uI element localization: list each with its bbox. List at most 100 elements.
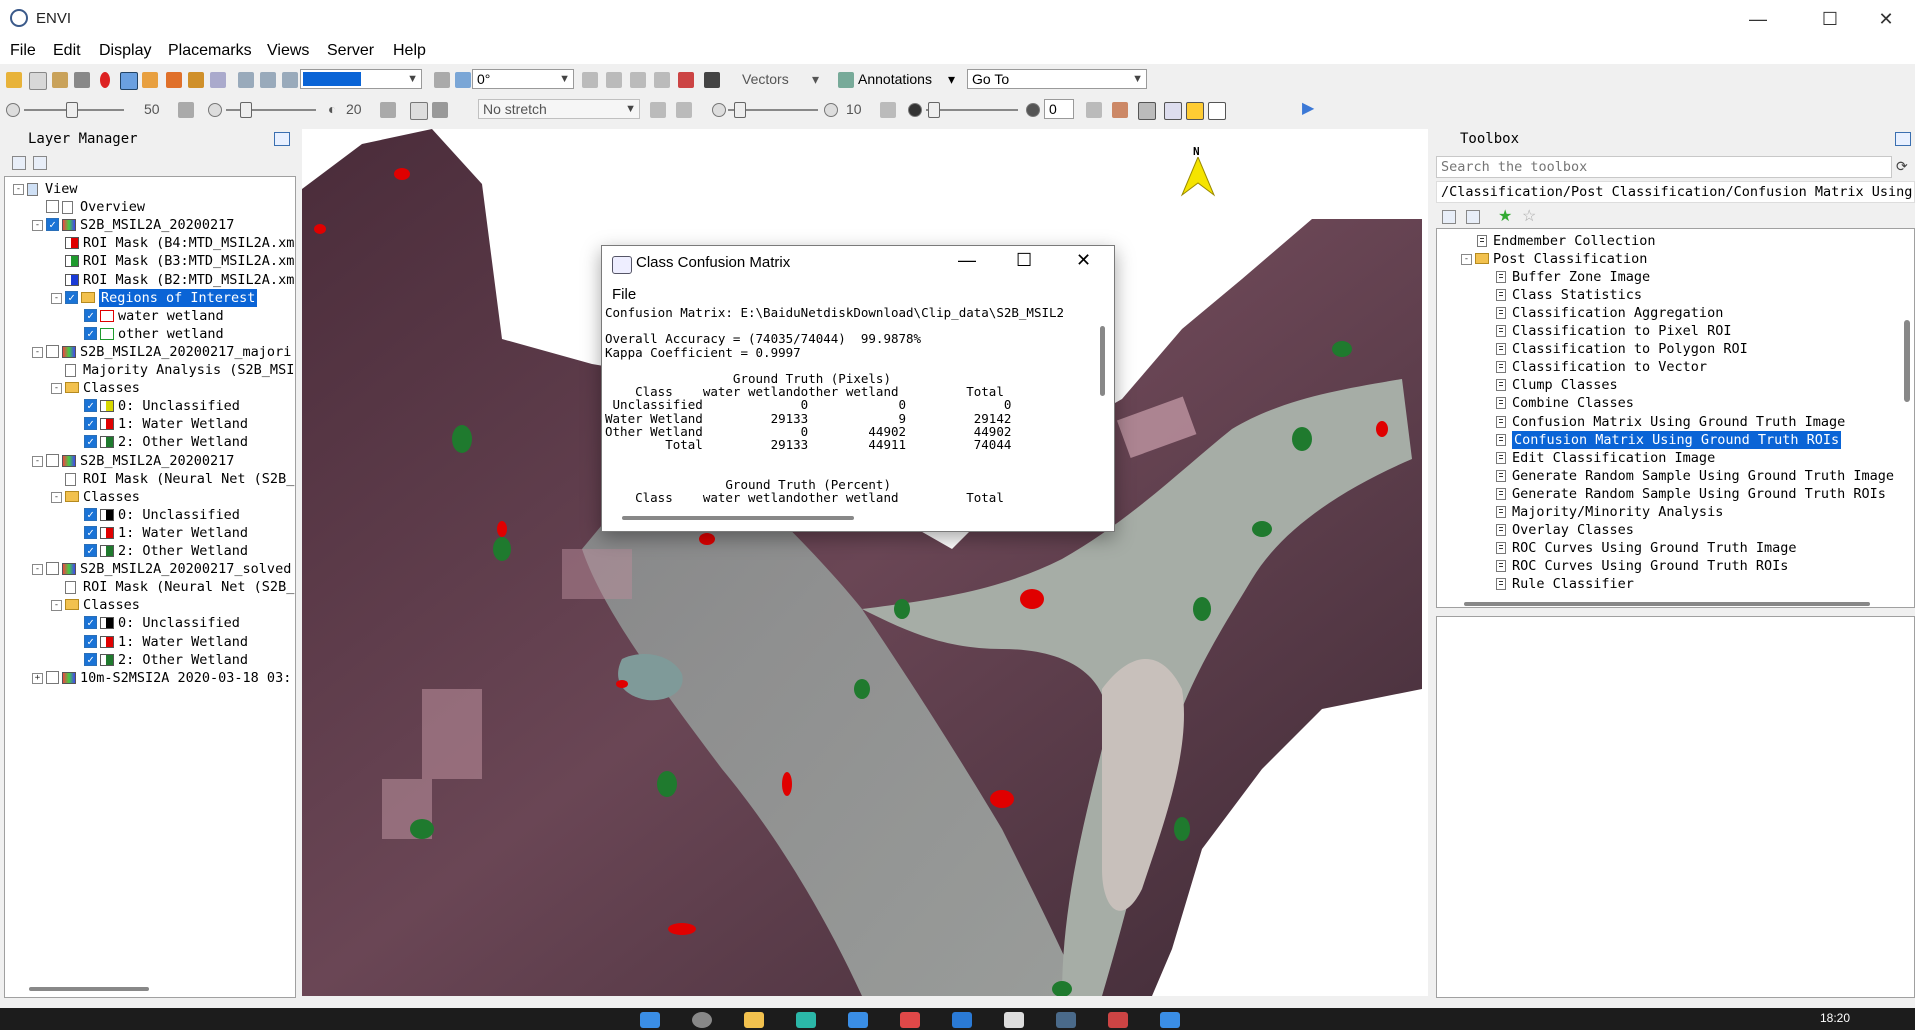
layer-tree-row[interactable]: ✓ water wetland — [5, 307, 295, 325]
mail-icon[interactable] — [848, 1012, 868, 1028]
layer-tree-row[interactable]: - S2B_MSIL2A_20200217 — [5, 452, 295, 470]
layer-visibility-checkbox[interactable] — [46, 344, 59, 358]
refresh-stretch-icon[interactable] — [650, 102, 666, 118]
layer-visibility-checkbox[interactable]: ✓ — [84, 507, 97, 521]
brightness-slider-handle[interactable] — [66, 102, 78, 118]
layer-visibility-checkbox[interactable]: ✓ — [84, 544, 97, 557]
vector-tool-icon-4[interactable] — [654, 72, 670, 88]
layer-tree-row[interactable]: ✓ 0: Unclassified — [5, 397, 295, 415]
toolbox-scrollbar[interactable] — [1904, 320, 1910, 402]
layer-tree-row[interactable]: - Classes — [5, 596, 295, 614]
annotations-icon[interactable] — [838, 72, 854, 88]
reset-brightness-icon[interactable] — [178, 102, 194, 118]
layer-tree-row[interactable]: ✓ 0: Unclassified — [5, 614, 295, 632]
layer-tree-row[interactable]: ROI Mask (Neural Net (S2B_ — [5, 578, 295, 596]
layer-visibility-checkbox[interactable]: ✓ — [84, 435, 97, 449]
dialog-vscrollbar[interactable] — [1100, 326, 1105, 396]
layer-tree-row[interactable]: - S2B_MSIL2A_20200217_majori — [5, 343, 295, 361]
search-icon[interactable] — [692, 1012, 712, 1028]
select-arrow-icon[interactable] — [120, 72, 138, 90]
file-explorer-icon[interactable] — [744, 1012, 764, 1028]
expand-all-icon[interactable] — [33, 156, 47, 170]
layer-visibility-checkbox[interactable]: ✓ — [84, 525, 97, 539]
vectors-dropdown-icon[interactable]: ▾ — [812, 71, 819, 88]
chip-icon[interactable] — [1138, 102, 1156, 120]
browser-icon[interactable] — [796, 1012, 816, 1028]
layer-tree-row[interactable]: - S2B_MSIL2A_20200217_solved — [5, 560, 295, 578]
layer-tree-row[interactable]: - Classes — [5, 379, 295, 397]
collapse-node-icon[interactable]: - — [51, 600, 62, 612]
zoom-in-icon[interactable] — [238, 72, 254, 88]
stretch-tool-icon-2[interactable] — [432, 102, 448, 118]
toolbox-search-input[interactable] — [1436, 156, 1892, 178]
layer-visibility-checkbox[interactable]: ✓ — [84, 652, 97, 666]
sharpen-icon[interactable] — [676, 102, 692, 118]
layer-visibility-checkbox[interactable]: ✓ — [84, 326, 97, 340]
reset-sharpen-icon[interactable] — [880, 102, 896, 118]
app-icon-chrome[interactable] — [1108, 1012, 1128, 1028]
goto-field[interactable]: Go To ▼ — [967, 69, 1147, 89]
layer-visibility-checkbox[interactable]: ✓ — [84, 634, 97, 648]
collapse-node-icon[interactable]: - — [1461, 254, 1472, 266]
layer-visibility-checkbox[interactable]: ✓ — [84, 616, 97, 630]
dialog-maximize-button[interactable]: ☐ — [1016, 250, 1032, 271]
vector-grid-icon[interactable] — [704, 72, 720, 88]
flicker-icon[interactable] — [1186, 102, 1204, 120]
toolbox-expand-icon[interactable] — [1466, 210, 1480, 224]
vector-tool-icon-1[interactable] — [582, 72, 598, 88]
layer-tree-row[interactable]: Majority Analysis (S2B_MSI — [5, 361, 295, 379]
collapse-node-icon[interactable]: - — [32, 220, 43, 232]
minimize-button[interactable]: — — [1736, 6, 1780, 32]
maximize-button[interactable]: ☐ — [1808, 6, 1852, 32]
collapse-node-icon[interactable]: - — [32, 455, 43, 467]
pin-icon[interactable] — [100, 72, 110, 88]
profile-icon[interactable] — [1112, 102, 1128, 118]
open-icon[interactable] — [6, 72, 22, 88]
swipe-icon[interactable] — [1164, 102, 1182, 120]
collapse-node-icon[interactable]: - — [51, 383, 62, 395]
layer-tree-row[interactable]: - ✓ S2B_MSIL2A_20200217 — [5, 216, 295, 234]
layer-visibility-checkbox[interactable] — [46, 562, 59, 576]
layer-tree-row[interactable]: ROI Mask (B2:MTD_MSIL2A.xm — [5, 271, 295, 289]
refresh-icon[interactable]: ⟳ — [1896, 158, 1908, 175]
layer-visibility-checkbox[interactable]: ✓ — [65, 290, 78, 304]
vectors-menu[interactable]: Vectors — [742, 71, 789, 87]
layer-tree-row[interactable]: ✓ 2: Other Wetland — [5, 433, 295, 451]
layer-tree-row[interactable]: ✓ 2: Other Wetland — [5, 651, 295, 669]
zoom-icon[interactable] — [210, 72, 226, 88]
favorites-icon[interactable]: ☆ — [1522, 206, 1536, 226]
transparency-field[interactable]: 0 — [1044, 99, 1074, 119]
layer-tree-row[interactable]: ✓ 0: Unclassified — [5, 506, 295, 524]
layer-tree-row[interactable]: ROI Mask (B3:MTD_MSIL2A.xm — [5, 252, 295, 270]
menu-help[interactable]: Help — [393, 42, 426, 60]
layer-visibility-checkbox[interactable]: ✓ — [84, 417, 97, 431]
rotation-field[interactable]: 0° ▼ — [472, 69, 574, 89]
layer-tree-row[interactable]: ✓ 2: Other Wetland — [5, 542, 295, 560]
close-button[interactable]: ✕ — [1864, 6, 1908, 32]
app-blue-icon[interactable] — [952, 1012, 972, 1028]
app-icon-envi[interactable] — [1056, 1012, 1076, 1028]
app-icon-other[interactable] — [1160, 1012, 1180, 1028]
dialog-menu-file[interactable]: File — [612, 286, 636, 303]
collapse-all-icon[interactable] — [12, 156, 26, 170]
vector-tool-icon-3[interactable] — [630, 72, 646, 88]
panel-pin-icon[interactable] — [274, 132, 290, 146]
layer-visibility-checkbox[interactable] — [46, 200, 59, 214]
collapse-node-icon[interactable]: - — [32, 346, 43, 358]
add-favorite-icon[interactable]: ★ — [1498, 206, 1512, 226]
layer-tree-row[interactable]: - ✓ Regions of Interest — [5, 288, 295, 307]
layer-visibility-checkbox[interactable]: ✓ — [84, 308, 97, 322]
dialog-close-button[interactable]: ✕ — [1076, 250, 1091, 271]
layer-icon[interactable] — [52, 72, 68, 88]
dialog-hscrollbar[interactable] — [622, 516, 854, 520]
zoom-fit-icon[interactable] — [282, 72, 298, 88]
zoom-out-icon[interactable] — [260, 72, 276, 88]
menu-display[interactable]: Display — [99, 42, 151, 60]
layer-tree-row[interactable]: ROI Mask (B4:MTD_MSIL2A.xm — [5, 234, 295, 252]
collapse-node-icon[interactable]: - — [51, 491, 62, 503]
blend-icon[interactable] — [1208, 102, 1226, 120]
crosshair-icon[interactable] — [74, 72, 90, 88]
menu-views[interactable]: Views — [267, 42, 309, 60]
zoom-level-field[interactable]: ▼ — [300, 69, 422, 89]
layer-tree-row[interactable]: - Classes — [5, 488, 295, 506]
